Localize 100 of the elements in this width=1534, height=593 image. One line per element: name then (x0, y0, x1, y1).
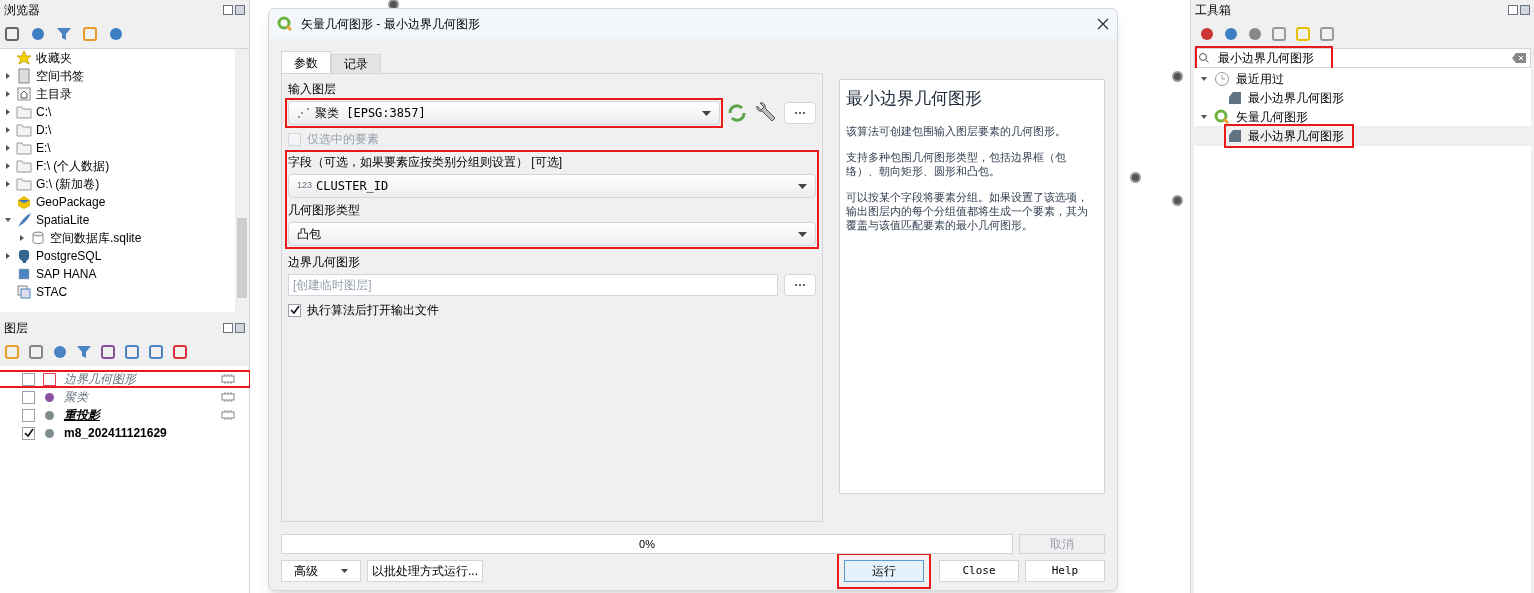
help-title: 最小边界几何图形 (846, 87, 983, 110)
database-icon (30, 230, 46, 246)
window-title: 矢量几何图形 - 最小边界几何图形 (301, 16, 480, 33)
checkbox[interactable] (22, 408, 35, 422)
folder-icon (16, 176, 32, 192)
panel-title: 工具箱 (1195, 2, 1231, 19)
browser-item[interactable]: SpatiaLite (36, 211, 90, 229)
checkbox-label: 执行算法后打开输出文件 (307, 302, 439, 319)
output-field[interactable]: [创建临时图层] (288, 274, 778, 296)
expanded-arrow-icon[interactable] (4, 216, 12, 224)
home-icon (16, 86, 32, 102)
browser-item[interactable]: 收藏夹 (36, 49, 72, 67)
browser-item[interactable]: GeoPackage (36, 193, 106, 211)
filter-icon[interactable] (56, 26, 72, 42)
embedded-indicator-icon[interactable] (221, 392, 235, 402)
clock-icon (1214, 71, 1230, 87)
algorithm-item[interactable]: 最小边界几何图形 (1248, 89, 1344, 107)
geometry-type-dropdown[interactable]: 凸包 (288, 222, 816, 246)
more-icon (793, 283, 807, 287)
batch-button[interactable]: 以批处理方式运行... (367, 560, 483, 582)
help-text: 可以按某个字段将要素分组。如果设置了该选项，输出图层内的每个分组值都将生成一个要素，其为覆盖与该值匹配要素的最小几何图形。 (846, 189, 1089, 232)
clear-icon[interactable] (1512, 53, 1526, 63)
field-label: 边界几何图形 (288, 254, 361, 271)
polygon-tool-icon (1228, 129, 1242, 143)
layer-name[interactable]: 聚类 (64, 388, 213, 406)
layer-dropdown[interactable]: 聚类 [EPSG:3857] (288, 101, 720, 125)
expanded-arrow-icon[interactable] (1200, 113, 1208, 121)
folder-icon (16, 140, 32, 156)
search-icon (1198, 52, 1210, 64)
collapsed-arrow-icon[interactable] (18, 234, 26, 242)
book-icon (16, 68, 32, 84)
map-point (1172, 71, 1183, 82)
browser-item[interactable]: STAC (36, 283, 68, 301)
browser-item[interactable]: G:\ (新加卷) (36, 175, 100, 193)
collapsed-arrow-icon[interactable] (4, 90, 12, 98)
dialog-button[interactable]: 运行 (844, 560, 924, 582)
layer-name[interactable]: m8_202411121629 (64, 424, 235, 442)
dropdown-caret-icon (702, 110, 711, 116)
field-label: 输入图层 (288, 81, 337, 98)
polygon-tool-icon (1228, 91, 1242, 105)
checkbox[interactable] (288, 303, 301, 317)
collapsed-arrow-icon[interactable] (4, 180, 12, 188)
star-icon (16, 50, 32, 66)
search-field[interactable]: 最小边界几何图形 (1194, 48, 1531, 68)
browser-item[interactable]: E:\ (36, 139, 51, 157)
collapsed-arrow-icon[interactable] (4, 72, 12, 80)
browser-item[interactable]: 主目录 (36, 85, 72, 103)
grid-square-icon (16, 266, 32, 282)
folder-icon (16, 122, 32, 138)
field-dropdown[interactable]: 123 CLUSTER_ID (288, 174, 816, 198)
dropdown-caret-icon (341, 569, 348, 573)
feather-icon (16, 212, 32, 228)
field-label: 字段（可选，如果要素应按类别分组则设置） [可选] (288, 154, 563, 171)
checkbox[interactable] (22, 372, 35, 386)
collapsed-arrow-icon[interactable] (4, 162, 12, 170)
toolbox-group[interactable]: 矢量几何图形 (1236, 108, 1308, 126)
dialog-button[interactable]: Close (939, 560, 1019, 582)
selected-row[interactable]: 最小边界几何图形 (1194, 126, 1531, 146)
collapsed-arrow-icon[interactable] (4, 144, 12, 152)
expanded-arrow-icon[interactable] (1200, 75, 1208, 83)
browser-item[interactable]: 空间数据库.sqlite (50, 229, 142, 247)
layer-name[interactable]: 重投影 (64, 406, 213, 424)
browser-item[interactable]: C:\ (36, 103, 52, 121)
iterate-icon[interactable] (726, 103, 748, 123)
layer-name[interactable]: 边界几何图形 (64, 370, 213, 388)
panel-title: 浏览器 (4, 2, 40, 19)
map-point (1130, 172, 1141, 183)
scrollbar[interactable] (235, 49, 249, 312)
browser-item[interactable]: SAP HANA (36, 265, 97, 283)
tab[interactable]: 记录 (331, 54, 381, 73)
embedded-indicator-icon[interactable] (221, 374, 235, 384)
field-label: 几何图形类型 (288, 202, 361, 219)
more-icon (793, 111, 807, 115)
logo-icon (277, 16, 293, 32)
logo-icon (1214, 109, 1230, 125)
panel-title: 图层 (4, 320, 28, 337)
browser-item[interactable]: 空间书签 (36, 67, 84, 85)
elephant-icon (16, 248, 32, 264)
point-layer-icon (297, 107, 311, 119)
checkbox-label: 仅选中的要素 (307, 131, 379, 148)
filter-icon[interactable] (76, 344, 92, 360)
progress-text: 0% (639, 536, 655, 552)
folder-icon (16, 104, 32, 120)
collapsed-arrow-icon[interactable] (4, 126, 12, 134)
embedded-indicator-icon[interactable] (221, 410, 235, 420)
collapsed-arrow-icon[interactable] (4, 108, 12, 116)
help-text: 支持多种包围几何图形类型，包括边界框（包络）、朝向矩形、圆形和凸包。 (846, 149, 1067, 178)
checkbox[interactable] (22, 390, 35, 404)
package-icon (16, 194, 32, 210)
browser-item[interactable]: PostgreSQL (36, 247, 102, 265)
tab[interactable]: 参数 (281, 51, 331, 73)
browser-item[interactable]: F:\ (个人数据) (36, 157, 110, 175)
map-point (1172, 195, 1183, 206)
toolbox-group[interactable]: 最近用过 (1236, 70, 1284, 88)
browser-item[interactable]: D:\ (36, 121, 52, 139)
checkbox[interactable] (22, 426, 35, 440)
algorithm-item[interactable]: 最小边界几何图形 (1248, 127, 1344, 145)
collapsed-arrow-icon[interactable] (4, 252, 12, 260)
dialog-button[interactable]: Help (1025, 560, 1105, 582)
advanced-button[interactable]: 高级 (281, 560, 361, 582)
